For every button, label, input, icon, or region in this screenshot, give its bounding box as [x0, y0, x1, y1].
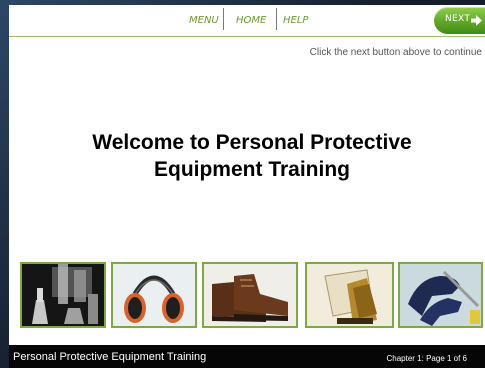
course-title: Personal Protective Equipment Training: [13, 351, 207, 363]
nav-divider: [223, 8, 224, 30]
status-footer: Personal Protective Equipment Training C…: [9, 345, 485, 368]
next-button-label: NEXT: [445, 14, 471, 24]
help-link[interactable]: HELP: [283, 13, 308, 29]
top-navigation-bar: MENU HOME HELP NEXT: [9, 5, 485, 37]
page-indicator: Chapter 1: Page 1 of 6: [386, 354, 468, 363]
home-link[interactable]: HOME: [236, 13, 266, 29]
page-title: Welcome to Personal Protective Equipment…: [9, 129, 485, 183]
course-screen: MENU HOME HELP NEXT Click the next butto…: [9, 5, 485, 345]
title-line-2: Equipment Training: [153, 158, 350, 181]
welding-face-shield-image: [305, 262, 394, 328]
title-line-1: Welcome to Personal Protective: [92, 131, 412, 154]
safety-work-boots-image: [202, 262, 298, 328]
hearing-protection-earmuffs-image: [111, 262, 197, 328]
window-frame: MENU HOME HELP NEXT Click the next butto…: [0, 0, 485, 368]
arrow-right-icon: [471, 15, 482, 26]
instruction-text: Click the next button above to continue: [309, 47, 482, 58]
next-button[interactable]: NEXT: [434, 7, 485, 34]
menu-link[interactable]: MENU: [189, 13, 219, 29]
protective-gloves-image: [398, 262, 483, 328]
nav-divider: [276, 8, 277, 30]
lab-glassware-chemical-hazard-image: [20, 262, 106, 328]
